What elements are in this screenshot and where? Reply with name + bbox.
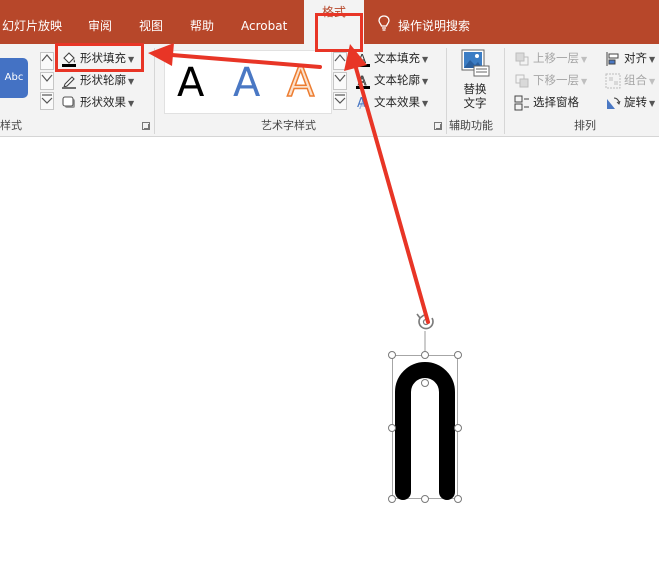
- tab-help[interactable]: 帮助: [190, 0, 214, 44]
- alt-text-button[interactable]: 替换 文字: [452, 48, 498, 114]
- gallery-more[interactable]: [40, 92, 54, 110]
- dropdown-arrow-icon: ▼: [128, 77, 135, 86]
- group-label-accessibility: 辅助功能: [449, 119, 493, 132]
- text-outline-button[interactable]: A 文本轮廓 ▼: [355, 70, 428, 90]
- gallery-scroll-down[interactable]: [40, 72, 54, 90]
- dropdown-arrow-icon: ▼: [649, 99, 656, 108]
- align-label: 对齐: [624, 51, 647, 65]
- alt-text-label-line1: 替换: [463, 82, 487, 96]
- rotate-icon: [605, 95, 621, 111]
- resize-handle-top-left[interactable]: [388, 351, 396, 359]
- selection-pane-button[interactable]: 选择窗格: [514, 92, 579, 112]
- text-effects-label: 文本效果: [374, 95, 420, 109]
- group-separator: [446, 48, 447, 134]
- svg-text:A: A: [358, 74, 367, 88]
- tell-me-label: 操作说明搜索: [398, 19, 471, 33]
- send-backward-button[interactable]: 下移一层 ▼: [514, 70, 587, 90]
- slide-canvas[interactable]: [0, 137, 659, 585]
- wordart-style-black[interactable]: A: [177, 61, 204, 105]
- shape-effects-button[interactable]: 形状效果 ▼: [61, 92, 134, 112]
- resize-handle-bottom[interactable]: [421, 495, 429, 503]
- svg-text:A: A: [357, 96, 366, 111]
- dropdown-arrow-icon: ▼: [422, 77, 429, 86]
- rotate-button[interactable]: 旋转 ▼: [605, 92, 655, 112]
- bring-forward-icon: [514, 51, 530, 67]
- dropdown-arrow-icon: ▼: [649, 55, 656, 64]
- group-separator: [154, 48, 155, 134]
- group-label-shape-styles: 样式: [0, 119, 22, 132]
- wordart-more[interactable]: [333, 92, 347, 110]
- tab-slideshow[interactable]: 幻灯片放映: [2, 0, 62, 44]
- group-label-arrange: 排列: [574, 119, 596, 132]
- dropdown-arrow-icon: ▼: [649, 77, 656, 86]
- text-outline-icon: A: [355, 73, 371, 89]
- resize-handle-top[interactable]: [421, 351, 429, 359]
- shape-effects-label: 形状效果: [80, 95, 126, 109]
- text-outline-label: 文本轮廓: [374, 73, 420, 87]
- group-button[interactable]: 组合 ▼: [605, 70, 655, 90]
- group-label-wordart-styles: 艺术字样式: [261, 119, 316, 132]
- group-icon: [605, 73, 621, 89]
- highlight-shape-fill: [55, 43, 144, 72]
- text-effects-icon: A A: [355, 95, 371, 113]
- shape-outline-button[interactable]: 形状轮廓 ▼: [61, 70, 134, 90]
- shape-effects-icon: [61, 95, 77, 111]
- group-label: 组合: [624, 73, 647, 87]
- selection-pane-label: 选择窗格: [533, 95, 579, 109]
- text-fill-icon: A: [355, 51, 371, 67]
- dialog-launcher-icon[interactable]: [434, 122, 442, 130]
- dropdown-arrow-icon: ▼: [581, 55, 588, 64]
- wordart-style-orange-outline[interactable]: A: [286, 60, 315, 106]
- dropdown-arrow-icon: ▼: [128, 99, 135, 108]
- wordart-gallery: A A A: [164, 50, 332, 114]
- alt-text-icon: [452, 48, 498, 82]
- text-fill-label: 文本填充: [374, 51, 420, 65]
- alt-text-label-line2: 文字: [463, 96, 487, 110]
- svg-text:A: A: [358, 52, 367, 66]
- dialog-launcher-icon[interactable]: [142, 122, 150, 130]
- wordart-style-blue[interactable]: A: [233, 61, 260, 105]
- tell-me-search[interactable]: 操作说明搜索: [378, 0, 470, 44]
- shape-style-preset[interactable]: Abc: [0, 58, 28, 98]
- dropdown-arrow-icon: ▼: [581, 77, 588, 86]
- selection-pane-icon: [514, 95, 530, 111]
- align-button[interactable]: 对齐 ▼: [605, 48, 655, 68]
- gallery-scroll-up[interactable]: [40, 52, 54, 70]
- resize-handle-bottom-right[interactable]: [454, 495, 462, 503]
- dropdown-arrow-icon: ▼: [422, 55, 429, 64]
- bring-forward-label: 上移一层: [533, 51, 579, 65]
- shape-selection-box[interactable]: [392, 355, 458, 499]
- send-backward-label: 下移一层: [533, 73, 579, 87]
- rotate-label: 旋转: [624, 95, 647, 109]
- tab-view[interactable]: 视图: [139, 0, 163, 44]
- resize-handle-left[interactable]: [388, 424, 396, 432]
- bring-forward-button[interactable]: 上移一层 ▼: [514, 48, 587, 68]
- wordart-scroll-down[interactable]: [333, 72, 347, 90]
- align-icon: [605, 51, 621, 67]
- tab-review[interactable]: 审阅: [88, 0, 112, 44]
- text-effects-button[interactable]: A A 文本效果 ▼: [355, 92, 429, 113]
- dropdown-arrow-icon: ▼: [422, 99, 429, 108]
- adjust-handle[interactable]: [421, 379, 429, 387]
- group-separator: [504, 48, 505, 134]
- resize-handle-right[interactable]: [454, 424, 462, 432]
- wordart-scroll-up[interactable]: [333, 52, 347, 70]
- send-backward-icon: [514, 73, 530, 89]
- resize-handle-top-right[interactable]: [454, 351, 462, 359]
- tab-acrobat[interactable]: Acrobat: [241, 0, 287, 44]
- resize-handle-bottom-left[interactable]: [388, 495, 396, 503]
- shape-outline-label: 形状轮廓: [80, 73, 126, 87]
- highlight-format-tab: [315, 13, 363, 52]
- text-fill-button[interactable]: A 文本填充 ▼: [355, 48, 428, 68]
- pen-outline-icon: [61, 73, 77, 89]
